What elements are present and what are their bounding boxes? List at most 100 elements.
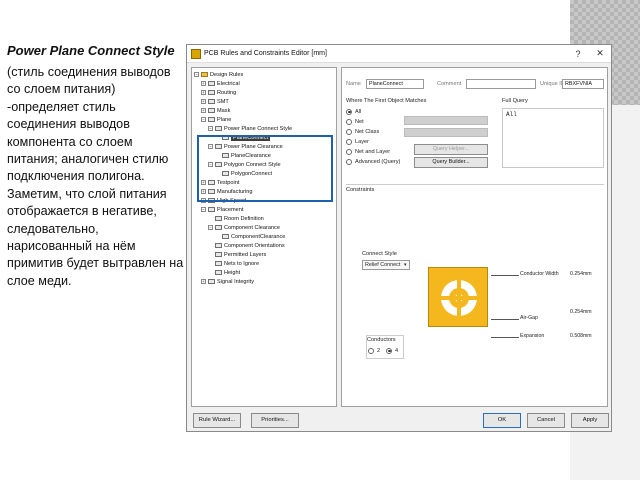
tree-item-label: Electrical: [217, 80, 240, 87]
tree-item[interactable]: Component Orientations: [215, 241, 285, 250]
tree-item-label: Component Orientations: [224, 242, 285, 249]
radio-icon: [346, 138, 352, 145]
tree-item[interactable]: Room Definition: [215, 214, 264, 223]
rule-icon: [215, 261, 222, 266]
relief-spoke: [441, 296, 477, 300]
expansion-label: Expansion: [520, 333, 545, 339]
tree-item[interactable]: + Routing: [201, 88, 236, 97]
radio-icon: [346, 148, 352, 155]
tree-item-label: Mask: [217, 107, 231, 114]
rule-icon: [215, 126, 222, 131]
tree-item-label: Signal Integrity: [217, 278, 255, 285]
tree-item[interactable]: + Mask: [201, 106, 230, 115]
help-button[interactable]: ?: [567, 49, 589, 59]
match-field-disabled: [404, 116, 488, 125]
conductors-option-4[interactable]: 4: [386, 346, 398, 355]
apply-button[interactable]: Apply: [571, 413, 609, 428]
option-label: Net: [355, 118, 364, 125]
conductor-width-label: Conductor Width: [520, 271, 559, 277]
tree-item[interactable]: − Power Plane Connect Style: [208, 124, 292, 133]
collapse-icon[interactable]: −: [201, 117, 206, 122]
expand-icon[interactable]: +: [201, 279, 206, 284]
option-label: Net and Layer: [355, 148, 391, 155]
tree-item-label: Routing: [217, 89, 237, 96]
match-option-layer[interactable]: Layer: [346, 137, 369, 146]
collapse-icon[interactable]: −: [194, 72, 199, 77]
constraints-title: Constraints: [346, 187, 375, 193]
conductors-option-2[interactable]: 2: [368, 346, 380, 355]
conductors-label: Conductors: [367, 337, 396, 343]
query-builder-button[interactable]: Query Builder...: [414, 157, 488, 168]
unique-id-input[interactable]: RBXFVNIA: [562, 79, 604, 89]
priorities-button[interactable]: Priorities...: [251, 413, 299, 428]
match-option-net[interactable]: Net: [346, 117, 364, 126]
collapse-icon[interactable]: −: [208, 126, 213, 131]
folder-icon: [208, 99, 215, 104]
tree-item-label: Room Definition: [224, 215, 264, 222]
tree-item[interactable]: − Plane: [201, 115, 231, 124]
expand-icon[interactable]: +: [201, 90, 206, 95]
tree-item[interactable]: + Signal Integrity: [201, 277, 254, 286]
match-option-advanced[interactable]: Advanced (Query): [346, 157, 400, 166]
dimension-line: [491, 337, 519, 338]
cancel-button[interactable]: Cancel: [527, 413, 565, 428]
full-query-title: Full Query: [502, 98, 528, 104]
tree-item[interactable]: Nets to Ignore: [215, 259, 259, 268]
rule-properties-panel: Name PlaneConnect Comment Unique ID RBXF…: [341, 67, 608, 407]
tree-item[interactable]: ComponentClearance: [222, 232, 285, 241]
rule-icon: [215, 216, 222, 221]
expand-icon[interactable]: +: [201, 108, 206, 113]
dimension-line: [491, 275, 519, 276]
match-option-net-class[interactable]: Net Class: [346, 127, 379, 136]
radio-icon: [346, 128, 352, 135]
folder-icon: [208, 108, 215, 113]
radio-icon: [368, 347, 374, 354]
folder-icon: [208, 81, 215, 86]
collapse-icon[interactable]: −: [201, 207, 206, 212]
comment-input[interactable]: [466, 79, 536, 89]
rule-icon: [215, 252, 222, 257]
tree-item-label: Plane: [217, 116, 232, 123]
expand-icon[interactable]: +: [201, 99, 206, 104]
tree-item[interactable]: Height: [215, 268, 240, 277]
tree-item[interactable]: + Electrical: [201, 79, 240, 88]
folder-icon: [208, 279, 215, 284]
tree-item-label: Nets to Ignore: [224, 260, 260, 267]
constraints-section: Constraints Connect Style Relief Connect…: [346, 184, 604, 380]
radio-icon: [346, 158, 352, 165]
match-option-net-and-layer[interactable]: Net and Layer: [346, 147, 390, 156]
rule-wizard-button[interactable]: Rule Wizard...: [193, 413, 241, 428]
rule-icon: [222, 234, 229, 239]
connect-style-dropdown[interactable]: Relief Connect: [362, 260, 410, 270]
folder-icon: [208, 90, 215, 95]
collapse-icon[interactable]: −: [208, 225, 213, 230]
app-icon: [191, 48, 201, 59]
relief-preview: [428, 267, 488, 327]
name-label: Name: [346, 81, 361, 87]
folder-icon: [201, 72, 208, 77]
slide: Power Plane Connect Style (стиль соедине…: [0, 0, 640, 480]
tree-item[interactable]: + SMT: [201, 97, 229, 106]
dimension-line: [491, 319, 519, 320]
close-button[interactable]: ✕: [589, 48, 611, 59]
ok-button[interactable]: OK: [483, 413, 521, 428]
dropdown-value: Relief Connect: [365, 262, 401, 268]
tree-item-label: Design Rules: [210, 71, 244, 78]
rule-icon: [215, 225, 222, 230]
option-label: 2: [377, 347, 381, 354]
full-query-box[interactable]: All: [502, 108, 604, 168]
option-label: 4: [395, 347, 399, 354]
query-helper-button[interactable]: Query Helper...: [414, 144, 488, 155]
option-label: Advanced (Query): [355, 158, 401, 165]
folder-icon: [208, 117, 215, 122]
match-option-all[interactable]: All: [346, 107, 361, 116]
folder-icon: [208, 207, 215, 212]
tree-item[interactable]: Permitted Layers: [215, 250, 266, 259]
tree-item[interactable]: − Component Clearance: [208, 223, 280, 232]
tree-item[interactable]: − Design Rules: [194, 70, 243, 79]
tree-item[interactable]: − Placement: [201, 205, 243, 214]
radio-checked-icon: [386, 347, 392, 354]
option-label: All: [355, 108, 362, 115]
expand-icon[interactable]: +: [201, 81, 206, 86]
name-input[interactable]: PlaneConnect: [366, 79, 424, 89]
